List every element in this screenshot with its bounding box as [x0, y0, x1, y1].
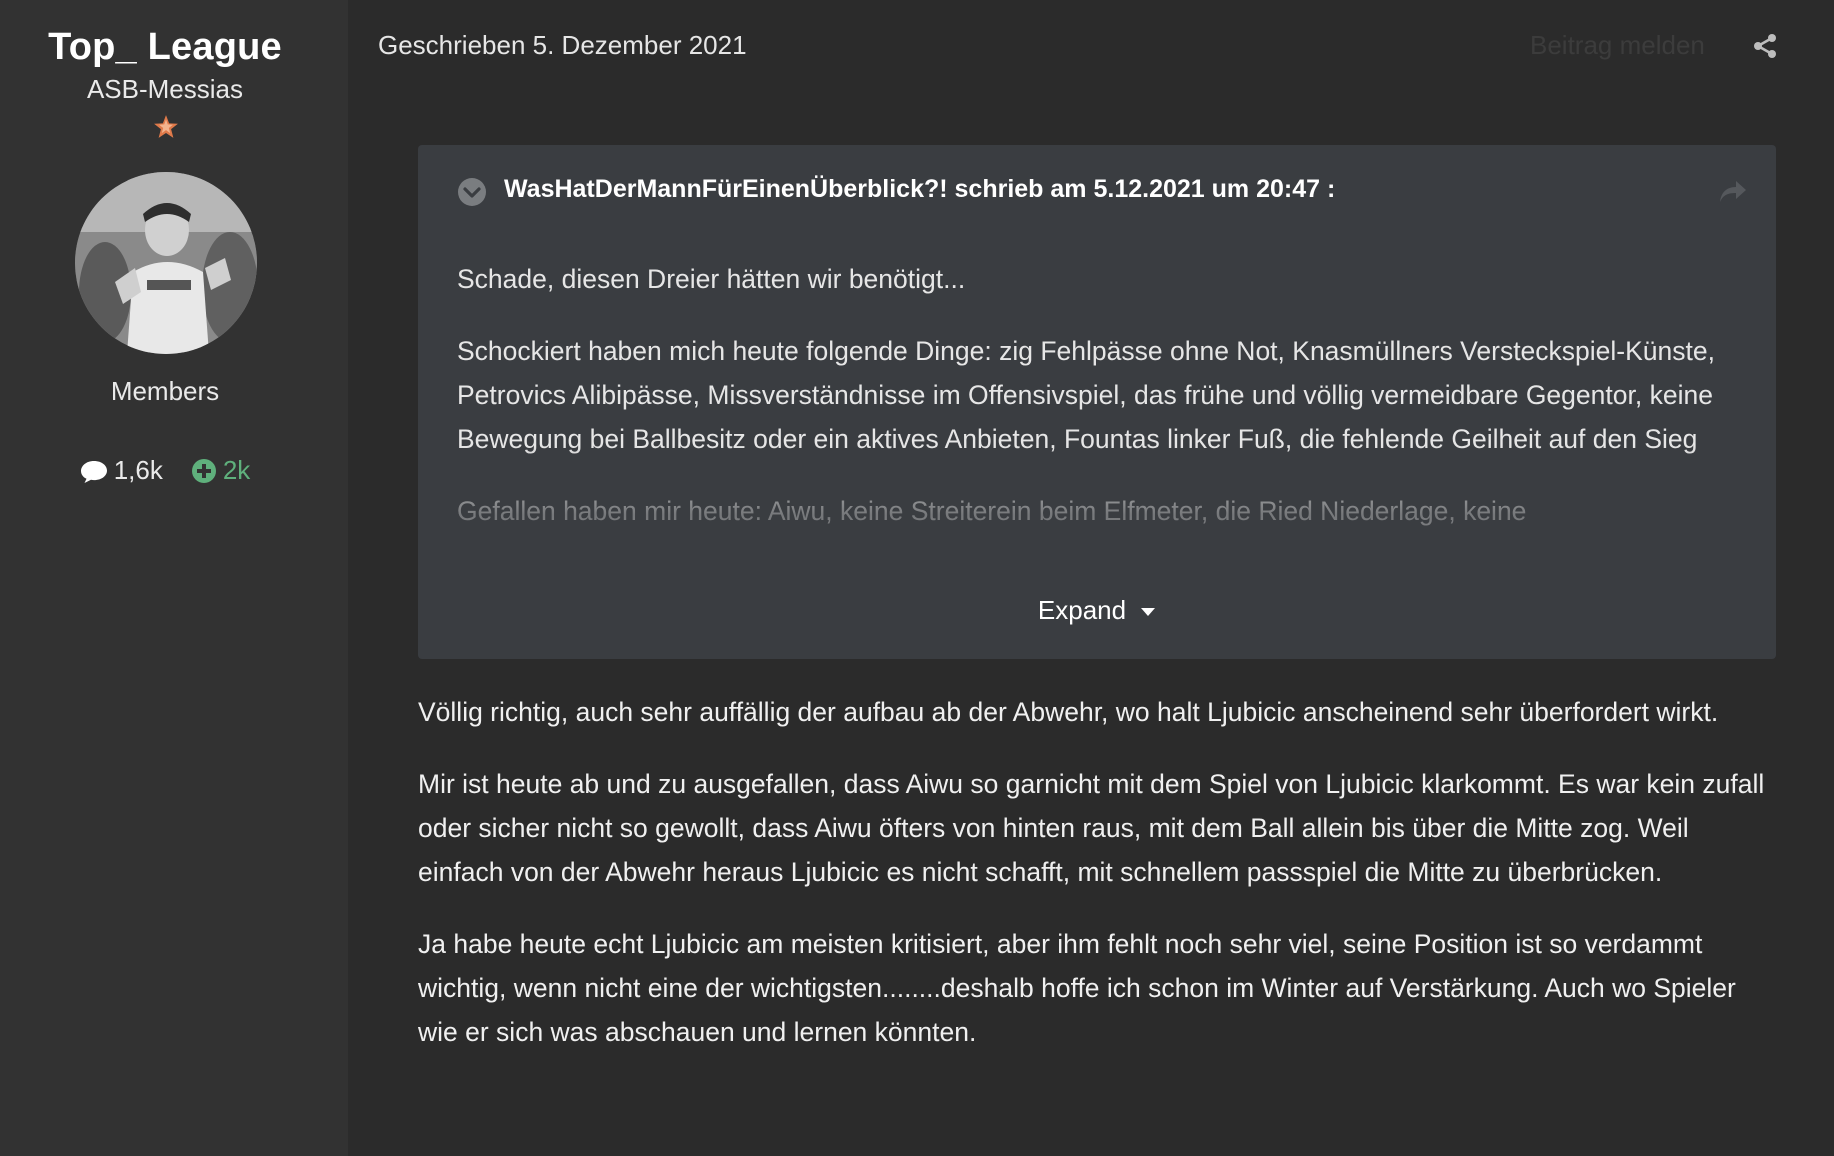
quote-link-icon[interactable] — [1718, 179, 1748, 205]
reputation-value: 2k — [222, 455, 251, 485]
avatar[interactable] — [75, 172, 257, 354]
post-count-value: 1,6k — [113, 455, 163, 485]
post-paragraph: Mir ist heute ab und zu ausgefallen, das… — [418, 769, 1765, 887]
expand-label: Expand — [1037, 595, 1127, 625]
caret-down-icon — [1141, 608, 1156, 617]
author-stats: 1,6k 2k — [0, 455, 330, 486]
author-rank-title: ASB-Messias — [86, 74, 244, 104]
post-paragraph: Völlig richtig, auch sehr auffällig der … — [418, 697, 1719, 727]
post-date[interactable]: Geschrieben 5. Dezember 2021 — [378, 30, 747, 61]
post-count[interactable]: 1,6k — [80, 455, 163, 486]
star-icon — [154, 115, 178, 138]
expand-button[interactable]: Expand — [418, 595, 1776, 626]
comment-icon — [80, 460, 107, 483]
quote-block: WasHatDerMannFürEinenÜberblick?! schrieb… — [418, 145, 1776, 659]
author-group: Members — [110, 376, 220, 406]
share-icon[interactable] — [1752, 33, 1778, 59]
quote-paragraph: Gefallen haben mir heute: Aiwu, keine St… — [457, 496, 1527, 526]
quote-paragraph: Schade, diesen Dreier hätten wir benötig… — [457, 264, 966, 294]
chevron-down-icon[interactable] — [457, 177, 487, 207]
author-sidebar: Top_ League ASB-Messias Members 1,6k 2k — [0, 0, 348, 1156]
quote-paragraph: Schockiert haben mich heute folgende Din… — [457, 336, 1715, 454]
avatar-photo — [75, 172, 257, 354]
report-post-link[interactable]: Beitrag melden — [1530, 30, 1705, 61]
quote-citation[interactable]: WasHatDerMannFürEinenÜberblick?! schrieb… — [504, 175, 1335, 204]
quote-body: Schade, diesen Dreier hätten wir benötig… — [457, 257, 1737, 557]
post-paragraph: Ja habe heute echt Ljubicic am meisten k… — [418, 929, 1736, 1047]
post-content: Völlig richtig, auch sehr auffällig der … — [418, 690, 1778, 1082]
reputation[interactable]: 2k — [191, 455, 250, 486]
author-username[interactable]: Top_ League — [0, 26, 330, 69]
plus-circle-icon — [191, 458, 216, 483]
